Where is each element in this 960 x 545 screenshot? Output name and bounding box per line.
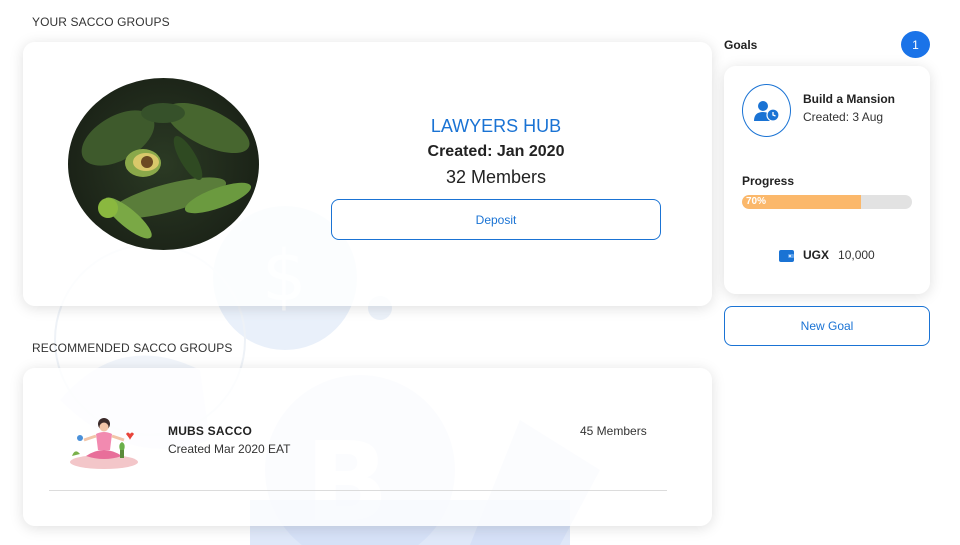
recommended-groups-heading: RECOMMENDED SACCO GROUPS: [32, 341, 233, 355]
divider: [49, 490, 667, 491]
vegetables-image: [81, 102, 252, 239]
goal-amount: 10,000: [838, 248, 875, 262]
goal-icon: [742, 84, 791, 137]
deposit-button[interactable]: Deposit: [331, 199, 661, 240]
goal-card[interactable]: Build a Mansion Created: 3 Aug Progress …: [724, 66, 930, 294]
goal-currency: UGX: [803, 248, 830, 262]
recommended-group-created: Created Mar 2020 EAT: [168, 442, 291, 456]
progress-bar: 70%: [742, 195, 912, 209]
wallet-icon: [779, 249, 794, 262]
new-goal-button[interactable]: New Goal: [724, 306, 930, 346]
goal-name: Build a Mansion: [803, 92, 896, 106]
goal-amount-row: UGX 10,000: [779, 248, 875, 262]
recommended-group-members: 45 Members: [580, 424, 647, 438]
recommended-groups-card: MUBS SACCO Created Mar 2020 EAT 45 Membe…: [23, 368, 712, 526]
group-created-date: Created: Jan 2020: [427, 143, 565, 160]
group-avatar: [68, 412, 140, 470]
recommended-group-name: MUBS SACCO: [168, 424, 253, 438]
progress-fill: 70%: [742, 195, 861, 209]
goal-created-date: Created: 3 Aug: [803, 110, 884, 124]
group-members-count: 32 Members: [445, 167, 547, 187]
group-name[interactable]: LAWYERS HUB: [331, 116, 661, 137]
goals-count-badge: 1: [901, 31, 930, 58]
meditation-illustration: [70, 418, 138, 469]
user-clock-icon: [753, 100, 780, 122]
my-group-card: LAWYERS HUB Created: Jan 2020 32 Members…: [23, 42, 712, 306]
your-groups-heading: YOUR SACCO GROUPS: [32, 15, 170, 29]
goals-heading: Goals: [724, 38, 758, 52]
progress-percent: 70%: [746, 196, 767, 207]
progress-label: Progress: [742, 174, 795, 188]
group-image: [68, 78, 259, 250]
